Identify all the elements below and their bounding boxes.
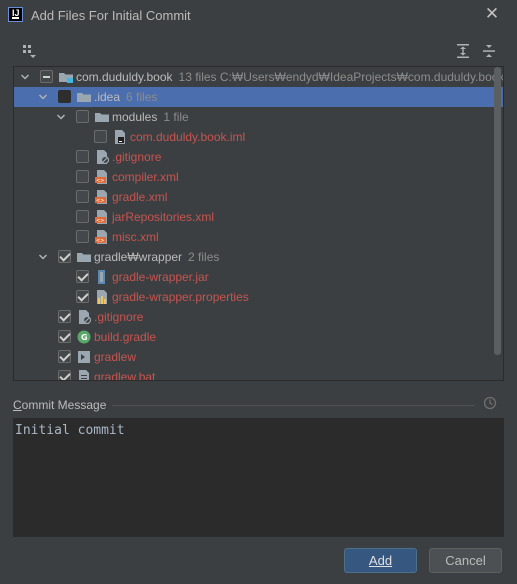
tree-item-label: modules 1 file [112,110,189,124]
xml-file-icon: <> [95,210,107,224]
svg-text:<>: <> [96,178,104,184]
tree-item-label: .idea 6 files [94,90,158,104]
tree-item-label: com.duduldy.book 13 files C:₩Users₩endyd₩… [76,70,504,84]
add-button-label: Add [368,553,393,568]
svg-text:<>: <> [96,238,104,244]
tree-item-label: .gitignore [112,150,162,164]
tree-row[interactable]: .gitignore [14,147,503,167]
tree-row[interactable]: .gitignore [14,307,503,327]
jar-file-icon [98,270,105,284]
gitignore-file-icon [97,150,110,165]
collapse-all-icon[interactable] [481,43,497,59]
chevron-down-icon[interactable] [38,92,48,102]
svg-text:G: G [81,333,88,342]
shell-file-icon [78,351,90,363]
tree-item-label: .gitignore [94,310,144,324]
close-icon[interactable]: ✕ [484,5,500,22]
tree-item-label: gradle₩wrapper 2 files [94,250,220,264]
tree-checkbox[interactable] [76,150,89,163]
module-folder-icon [59,73,73,83]
tree-checkbox[interactable] [76,170,89,183]
text-file-icon [79,370,89,380]
tree-checkbox[interactable] [76,190,89,203]
tree-item-label: gradle.xml [112,190,168,204]
tree-checkbox[interactable] [40,70,53,83]
tree-checkbox[interactable] [58,370,71,380]
tree-checkbox[interactable] [76,270,89,283]
tree-checkbox[interactable] [58,90,71,103]
tree-row[interactable]: com.duduldy.book.iml [14,127,503,147]
changes-tree[interactable]: com.duduldy.book 13 files C:₩Users₩endyd₩… [13,66,504,381]
tree-item-label: com.duduldy.book.iml [130,130,246,144]
properties-file-icon [97,290,107,304]
dialog-title: Add Files For Initial Commit [31,8,191,23]
tree-row[interactable]: .idea 6 files [14,87,503,107]
tree-item-meta: 6 files [126,90,158,104]
tree-item-meta: 13 files C:₩Users₩endyd₩IdeaProjects₩com… [178,70,504,84]
expand-all-icon[interactable] [455,43,471,59]
tree-row[interactable]: <> jarRepositories.xml [14,207,503,227]
tree-row[interactable]: gradlew.bat [14,367,503,381]
tree-row[interactable]: Gbuild.gradle [14,327,503,347]
tree-checkbox[interactable] [76,290,89,303]
xml-file-icon: <> [95,190,107,204]
intellij-app-icon: IJ [8,7,23,22]
folder-icon [77,253,91,262]
tree-item-meta: 2 files [188,250,220,264]
svg-text:<>: <> [96,198,104,204]
tree-checkbox[interactable] [58,350,71,363]
tree-checkbox[interactable] [76,210,89,223]
tree-checkbox[interactable] [58,310,71,323]
commit-message-label: Commit Message [13,398,107,412]
tree-row[interactable]: <> misc.xml [14,227,503,247]
tree-row[interactable]: modules 1 file [14,107,503,127]
tree-item-label: build.gradle [94,330,157,344]
iml-file-icon [115,130,125,144]
chevron-down-icon[interactable] [20,72,30,82]
gradle-file-icon: G [77,330,91,344]
tree-item-label: gradle-wrapper.properties [112,290,249,304]
tree-row[interactable]: <> gradle.xml [14,187,503,207]
chevron-down-icon[interactable] [38,252,48,262]
group-by-icon[interactable] [21,43,37,59]
tree-item-label: jarRepositories.xml [112,210,215,224]
chevron-down-icon[interactable] [56,112,66,122]
commit-history-icon[interactable] [483,396,497,410]
separator [112,405,475,406]
xml-file-icon: <> [95,170,107,184]
tree-item-label: gradle-wrapper.jar [112,270,209,284]
tree-row[interactable]: gradle-wrapper.jar [14,267,503,287]
folder-icon [77,93,91,102]
tree-item-meta: 1 file [163,110,189,124]
tree-scrollbar[interactable] [494,67,501,355]
tree-item-label: gradlew.bat [94,370,156,381]
gitignore-file-icon [79,310,92,325]
add-button[interactable]: Add [344,548,417,573]
tree-item-label: compiler.xml [112,170,179,184]
cancel-button[interactable]: Cancel [429,548,502,573]
xml-file-icon: <> [95,230,107,244]
tree-row[interactable]: gradle₩wrapper 2 files [14,247,503,267]
svg-text:<>: <> [96,218,104,224]
tree-row[interactable]: gradlew [14,347,503,367]
title-bar: IJ Add Files For Initial Commit ✕ [0,0,517,31]
folder-icon [95,113,109,122]
tree-row[interactable]: gradle-wrapper.properties [14,287,503,307]
tree-row[interactable]: com.duduldy.book 13 files C:₩Users₩endyd₩… [14,67,503,87]
tree-checkbox[interactable] [76,230,89,243]
tree-item-label: misc.xml [112,230,159,244]
tree-checkbox[interactable] [58,250,71,263]
commit-message-input[interactable]: Initial commit [13,418,504,537]
tree-row[interactable]: <> compiler.xml [14,167,503,187]
tree-checkbox[interactable] [76,110,89,123]
tree-checkbox[interactable] [58,330,71,343]
tree-item-label: gradlew [94,350,137,364]
tree-checkbox[interactable] [94,130,107,143]
